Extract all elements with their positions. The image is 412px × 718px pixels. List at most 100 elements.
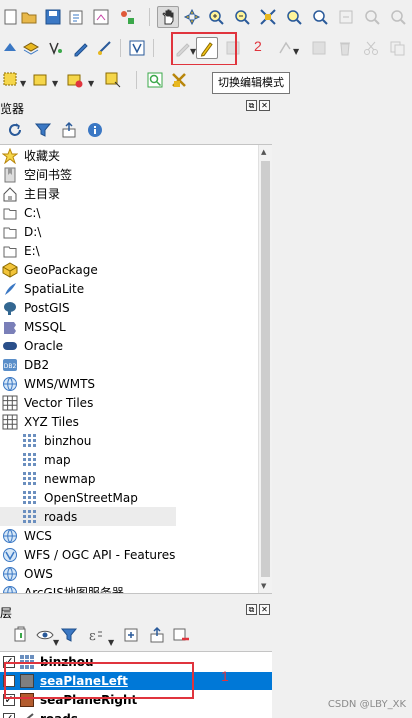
browser-item-newmap[interactable]: newmap <box>0 469 258 488</box>
browser-item-xyz-tiles[interactable]: XYZ Tiles <box>0 412 258 431</box>
layers-panel-header: 层 ⧉ ✕ <box>0 601 272 621</box>
open-project-icon[interactable] <box>18 6 40 28</box>
home-folder-icon <box>2 186 18 202</box>
deselect-all-icon[interactable] <box>64 69 86 91</box>
vertex-tool-icon[interactable] <box>45 37 67 59</box>
drive-folder-icon <box>2 205 18 221</box>
browser-item-wcs[interactable]: WCS <box>0 526 258 545</box>
chevron-down-icon[interactable]: ▼ <box>52 79 58 88</box>
pan-tool-icon[interactable] <box>157 6 179 28</box>
open-styling-icon[interactable] <box>10 624 32 646</box>
browser-item-wms[interactable]: WMS/WMTS <box>0 374 258 393</box>
browser-item-binzhou[interactable]: binzhou <box>0 431 258 450</box>
current-edits-icon[interactable] <box>126 37 148 59</box>
chevron-down-icon[interactable]: ▼ <box>293 47 299 56</box>
filter-by-expression-icon[interactable]: ε <box>84 624 106 646</box>
zoom-selection-icon[interactable] <box>283 6 305 28</box>
remove-layer-icon[interactable] <box>170 624 192 646</box>
drive-folder-icon <box>2 224 18 240</box>
browser-item-arcgis[interactable]: ArcGIS地图服务器 <box>0 583 258 593</box>
chevron-down-icon[interactable]: ▼ <box>108 638 114 647</box>
save-project-icon[interactable] <box>42 6 64 28</box>
expand-all-icon[interactable] <box>120 624 142 646</box>
zoom-last-icon[interactable] <box>361 6 383 28</box>
browser-item-geopackage[interactable]: GeoPackage <box>0 260 258 279</box>
style-manager-icon[interactable] <box>116 6 138 28</box>
pan-to-selection-icon[interactable] <box>181 6 203 28</box>
scroll-down-icon[interactable]: ▼ <box>261 582 266 590</box>
mssql-icon <box>2 319 18 335</box>
float-panel-icon[interactable]: ⧉ <box>246 604 257 615</box>
zoom-layer-icon[interactable] <box>309 6 331 28</box>
save-as-icon[interactable] <box>66 6 88 28</box>
browser-item-spatial-bookmarks[interactable]: 空间书签 <box>0 165 258 184</box>
db2-icon: DB2 <box>2 357 18 373</box>
info-icon[interactable] <box>84 119 106 141</box>
browser-item-openstreetmap[interactable]: OpenStreetMap <box>0 488 258 507</box>
zoom-native-icon[interactable] <box>335 6 357 28</box>
layer-item-roads[interactable]: ✓ roads <box>0 710 272 718</box>
browser-item-ows[interactable]: OWS <box>0 564 258 583</box>
browser-item-oracle[interactable]: Oracle <box>0 336 258 355</box>
digitize-pencil-icon[interactable] <box>70 37 92 59</box>
print-layout-icon[interactable] <box>90 6 112 28</box>
oracle-icon <box>2 338 18 354</box>
browser-panel-title: 览器 <box>0 102 25 116</box>
chevron-down-icon[interactable]: ▼ <box>20 79 26 88</box>
toolbar-project <box>0 2 412 32</box>
chevron-down-icon[interactable]: ▼ <box>88 79 94 88</box>
browser-item-favorites[interactable]: 收藏夹 <box>0 146 258 165</box>
qgis-window: { "toolbar1": { "buttons": [ {"name": "o… <box>0 0 412 718</box>
spatialite-icon <box>2 281 18 297</box>
cut-features-icon[interactable] <box>360 37 382 59</box>
filter-icon[interactable] <box>32 119 54 141</box>
browser-item-home[interactable]: 主目录 <box>0 184 258 203</box>
collapse-all-icon[interactable] <box>58 119 80 141</box>
browser-item-drive-e[interactable]: E:\ <box>0 241 258 260</box>
zoom-full-icon[interactable] <box>257 6 279 28</box>
xyz-tiles-grid-icon <box>2 414 18 430</box>
zoom-in-icon[interactable] <box>205 6 227 28</box>
select-by-value-icon[interactable] <box>30 69 52 91</box>
zoom-next-icon[interactable] <box>387 6 409 28</box>
refresh-icon[interactable] <box>4 119 26 141</box>
select-location-icon[interactable] <box>102 69 124 91</box>
scrollbar-thumb[interactable] <box>261 161 270 577</box>
browser-scrollbar[interactable]: ▲ ▼ <box>258 145 272 593</box>
browser-panel-header: 览器 ⧉ ✕ <box>0 97 272 117</box>
copy-features-icon[interactable] <box>386 37 408 59</box>
close-panel-icon[interactable]: ✕ <box>259 100 270 111</box>
arcgis-globe-icon <box>2 585 18 593</box>
select-features-icon[interactable] <box>0 69 22 91</box>
float-panel-icon[interactable]: ⧉ <box>246 100 257 111</box>
browser-item-postgis[interactable]: PostGIS <box>0 298 258 317</box>
close-panel-icon[interactable]: ✕ <box>259 604 270 615</box>
layer-visibility-checkbox[interactable]: ✓ <box>3 713 15 718</box>
browser-item-drive-d[interactable]: D:\ <box>0 222 258 241</box>
browser-item-spatialite[interactable]: SpatiaLite <box>0 279 258 298</box>
browser-item-drive-c[interactable]: C:\ <box>0 203 258 222</box>
zoom-out-icon[interactable] <box>231 6 253 28</box>
scroll-up-icon[interactable]: ▲ <box>261 148 266 156</box>
browser-item-map[interactable]: map <box>0 450 258 469</box>
browser-item-mssql[interactable]: MSSQL <box>0 317 258 336</box>
annotation-box-2 <box>171 32 237 66</box>
edit-attributes-icon[interactable] <box>308 37 330 59</box>
annotation-box-1 <box>4 662 194 699</box>
browser-item-db2[interactable]: DB2 DB2 <box>0 355 258 374</box>
xyz-layer-icon <box>22 509 38 525</box>
wfs-globe-icon <box>2 547 18 563</box>
add-layer-icon[interactable] <box>20 37 42 59</box>
collapse-all-layers-icon[interactable] <box>146 624 168 646</box>
measure-icon[interactable] <box>94 37 116 59</box>
browser-item-vector-tiles[interactable]: Vector Tiles <box>0 393 258 412</box>
delete-selected-icon[interactable] <box>334 37 356 59</box>
browser-item-wfs[interactable]: WFS / OGC API - Features <box>0 545 258 564</box>
browser-item-roads[interactable]: roads <box>0 507 176 526</box>
geopackage-icon <box>2 261 18 278</box>
layer-styling-icon[interactable] <box>0 37 22 59</box>
identify-features-icon[interactable] <box>144 69 166 91</box>
svg-text:ε: ε <box>89 629 96 644</box>
field-calculator-icon[interactable] <box>168 69 190 91</box>
filter-legend-icon[interactable] <box>58 624 80 646</box>
